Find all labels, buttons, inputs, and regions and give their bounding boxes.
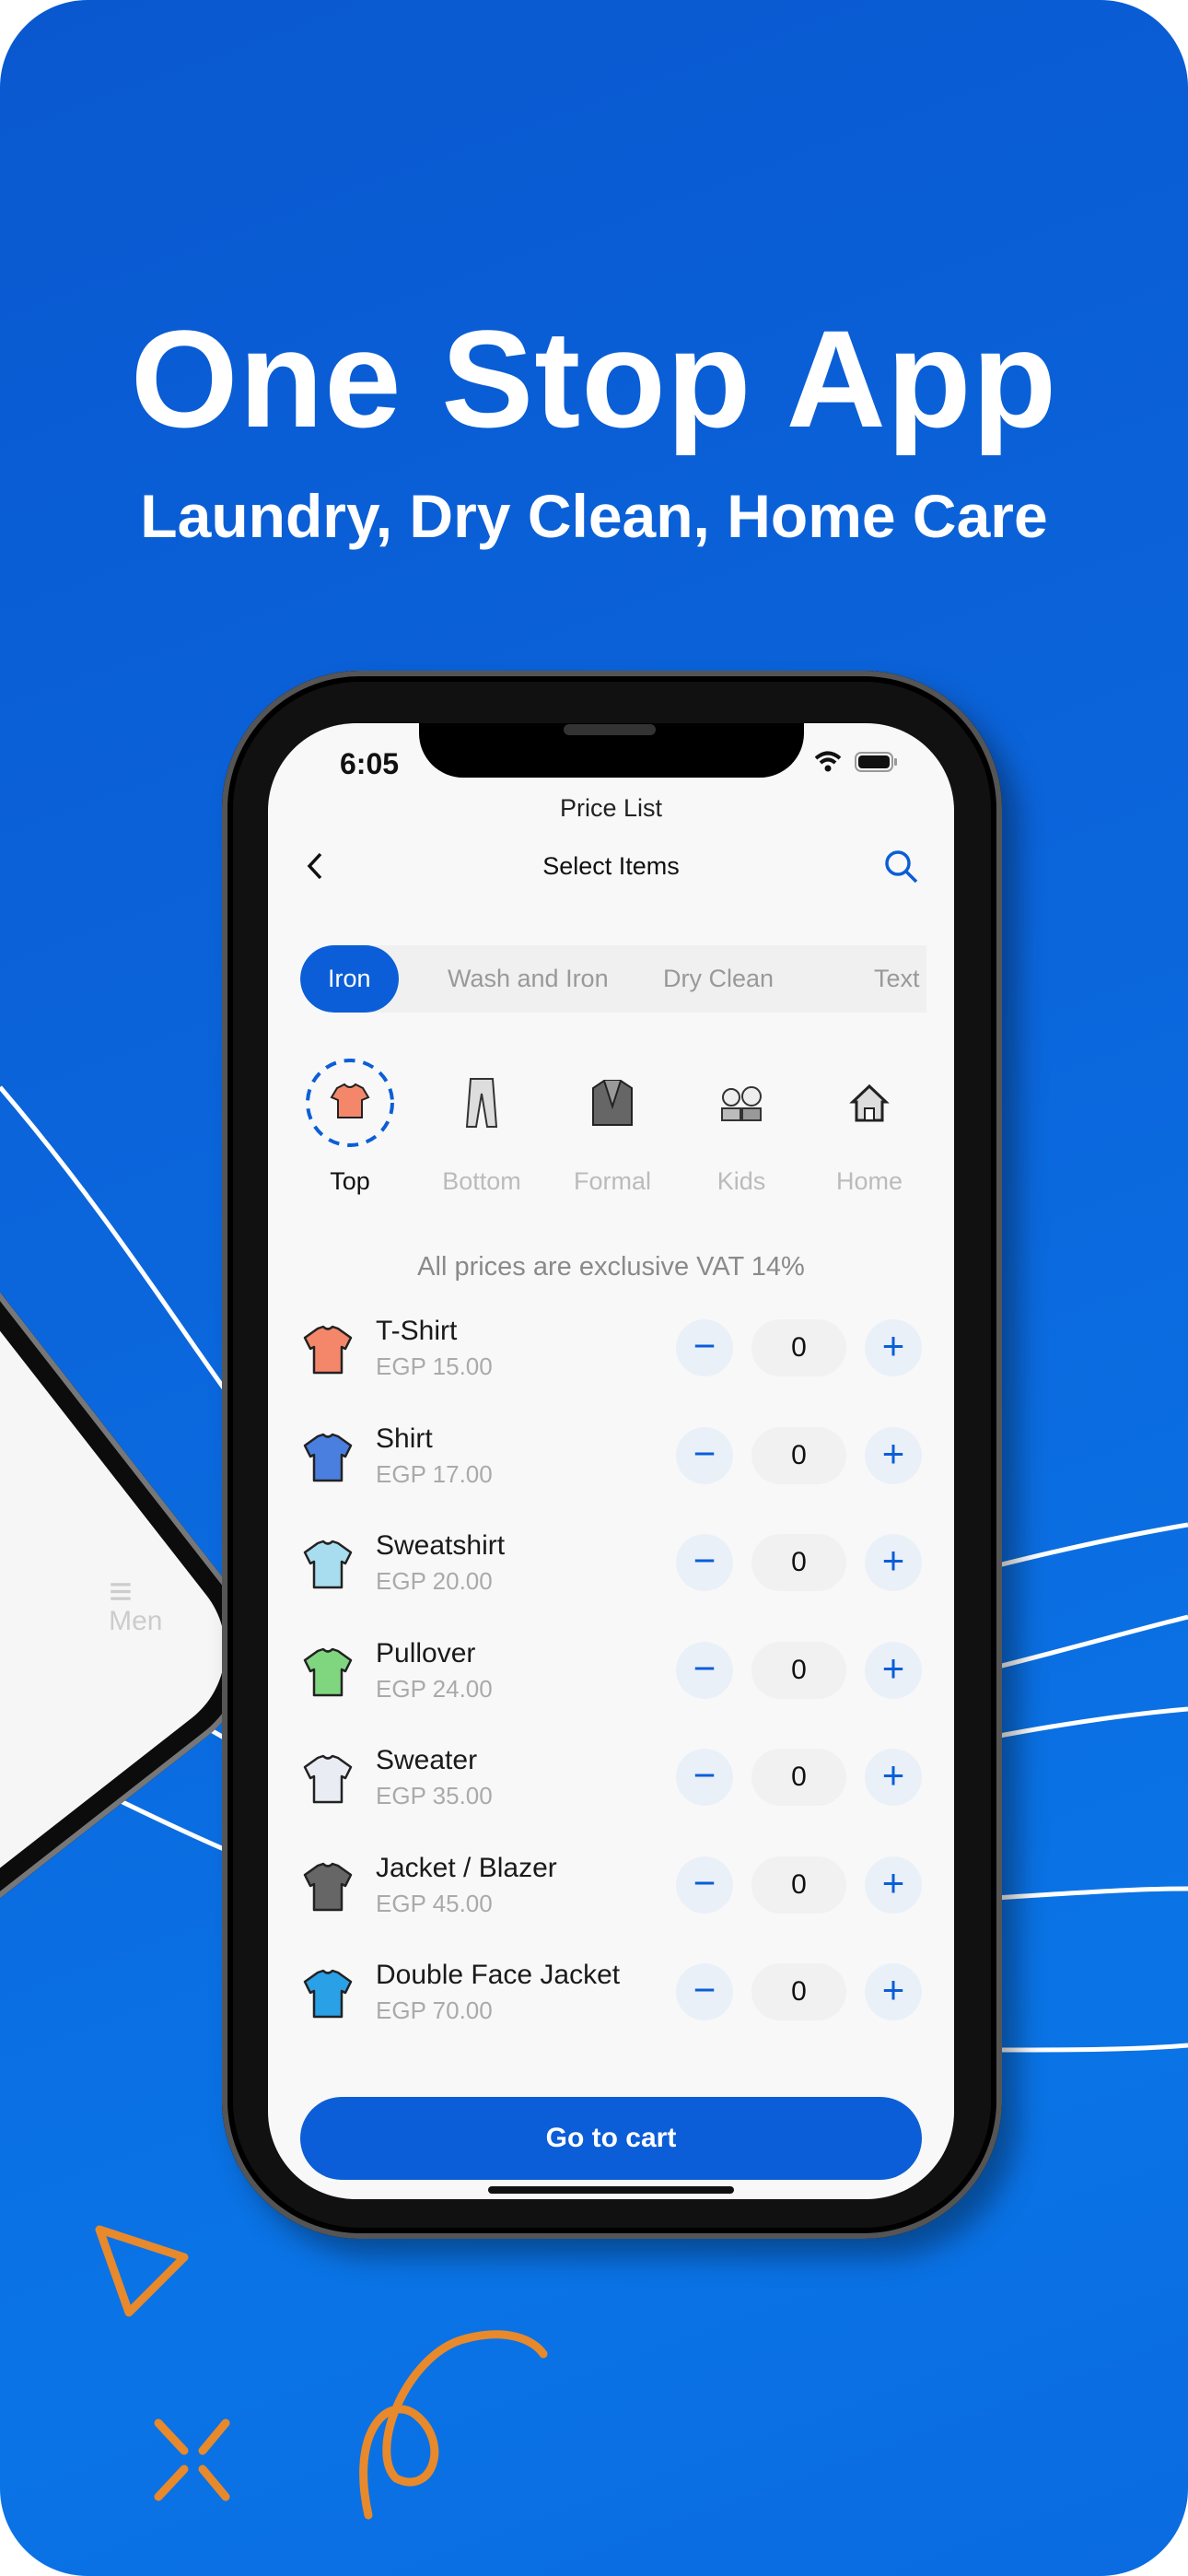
battery-icon [855,752,897,772]
status-time: 6:05 [340,747,400,780]
category-formal[interactable]: Formal [553,1057,672,1196]
go-to-cart-button[interactable]: Go to cart [300,2097,922,2180]
shirt-icon [301,1431,355,1484]
sparkle-decoration [154,2418,230,2501]
hoodie-icon [301,1538,355,1591]
category-bottom[interactable]: Bottom [422,1057,542,1196]
category-label: Top [330,1167,370,1195]
item-name: Double Face Jacket [376,1960,621,1990]
tab-wash-and-iron[interactable]: Wash and Iron [448,945,609,1013]
item-price: EGP 17.00 [376,1459,493,1488]
quantity-value: 0 [751,1856,846,1914]
menu-icon: ≡ [108,1569,133,1615]
increase-button[interactable]: + [865,1641,922,1699]
category-top[interactable]: Top [290,1057,410,1196]
quantity-value: 0 [751,1963,846,2020]
headline: One Stop App [130,301,1058,456]
increase-button[interactable]: + [865,1319,922,1376]
decrease-button[interactable]: − [676,1641,733,1699]
triangle-decoration [95,2225,189,2317]
squiggle-decoration [359,2330,548,2520]
quantity-value: 0 [751,1534,846,1591]
category-home[interactable]: Home [809,1057,929,1196]
home-indicator [488,2186,734,2194]
increase-button[interactable]: + [865,1426,922,1484]
item-row: Shirt EGP 17.00 − 0 + [268,1423,954,1530]
quantity-value: 0 [751,1426,846,1484]
blazer-icon [592,1080,633,1126]
phone-speaker [564,724,656,735]
increase-button[interactable]: + [865,1534,922,1591]
page-title: Price List [559,794,663,822]
item-price: EGP 20.00 [376,1567,493,1595]
increase-button[interactable]: + [865,1749,922,1806]
item-price: EGP 24.00 [376,1674,493,1703]
subheadline: Laundry, Dry Clean, Home Care [140,482,1048,550]
category-label: Formal [573,1167,651,1195]
item-name: T-Shirt [376,1316,458,1346]
menu-label: Men [108,1606,163,1637]
decrease-button[interactable]: − [676,1749,733,1806]
decrease-button[interactable]: − [676,1319,733,1376]
item-name: Pullover [376,1637,476,1669]
increase-button[interactable]: + [865,1963,922,2020]
pullover-icon [301,1645,355,1699]
item-row: Sweater EGP 35.00 − 0 + [268,1745,954,1852]
sweater-icon [301,1752,355,1806]
category-label: Home [835,1167,903,1195]
puffer-jacket-icon [301,1967,355,2020]
item-row: T-Shirt EGP 15.00 − 0 + [268,1316,954,1423]
item-price: EGP 70.00 [376,1996,493,2024]
category-label: Bottom [442,1167,521,1195]
decrease-button[interactable]: − [676,1963,733,2020]
search-button[interactable] [883,849,920,890]
item-row: Double Face Jacket EGP 70.00 − 0 + [268,1960,954,2067]
tshirt-icon [306,1059,394,1147]
item-name: Shirt [376,1423,433,1454]
item-name: Sweater [376,1745,478,1775]
tshirt-icon [301,1323,355,1376]
item-row: Sweatshirt EGP 20.00 − 0 + [268,1530,954,1637]
quantity-value: 0 [751,1641,846,1699]
menu-tab: ≡ Men [108,1569,163,1637]
kids-icon [721,1086,762,1121]
search-icon [885,850,918,884]
increase-button[interactable]: + [865,1856,922,1914]
app-screen: 6:05 Price List Select Items Iron Wash a… [268,723,954,2199]
decrease-button[interactable]: − [676,1856,733,1914]
item-row: Jacket / Blazer EGP 45.00 − 0 + [268,1853,954,1960]
category-label: Kids [716,1167,766,1195]
item-name: Sweatshirt [376,1530,506,1561]
item-name: Jacket / Blazer [376,1852,557,1883]
item-price: EGP 35.00 [376,1782,493,1809]
category-kids[interactable]: Kids [681,1057,801,1196]
nav-subtitle: Select Items [542,852,680,880]
status-icons [814,751,899,773]
service-tabs: Iron Wash and Iron Dry Clean Text [300,945,926,1013]
item-price: EGP 45.00 [376,1889,493,1917]
house-icon [849,1083,890,1122]
tab-iron[interactable]: Iron [300,945,399,1013]
quantity-value: 0 [751,1749,846,1806]
quantity-value: 0 [751,1319,846,1376]
tab-text[interactable]: Text [874,945,920,1013]
item-row: Pullover EGP 24.00 − 0 + [268,1638,954,1745]
wifi-icon [814,751,842,772]
promo-screen: One Stop App Laundry, Dry Clean, Home Ca… [0,0,1188,2576]
tab-dry-clean[interactable]: Dry Clean [663,945,774,1013]
jacket-icon [301,1860,355,1914]
decrease-button[interactable]: − [676,1534,733,1591]
item-price: EGP 15.00 [376,1352,493,1380]
decrease-button[interactable]: − [676,1426,733,1484]
pants-icon [465,1078,498,1128]
vat-note: All prices are exclusive VAT 14% [417,1252,805,1282]
